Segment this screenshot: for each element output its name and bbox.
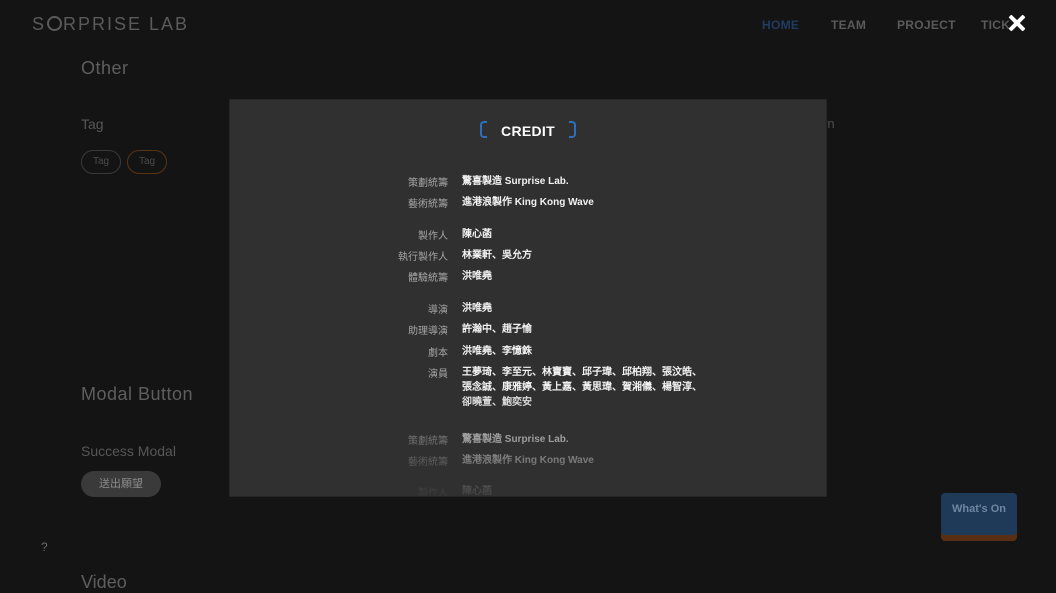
section-title-other: Other xyxy=(81,58,129,78)
credit-names: 洪唯堯 xyxy=(462,303,492,314)
nav-home[interactable]: HOME xyxy=(762,18,799,32)
credit-role: 製作人 xyxy=(418,488,448,496)
close-icon[interactable] xyxy=(1005,12,1029,36)
credit-names: 驚喜製造 Surprise Lab. xyxy=(462,434,569,445)
credit-names: 林業軒、吳允方 xyxy=(462,250,532,261)
tag-pill-selected[interactable]: Tag xyxy=(127,150,168,174)
logo-text-end: RPRISE LAB xyxy=(63,14,190,34)
credit-names: 陳心菡 xyxy=(462,229,492,240)
tag-pill[interactable]: Tag xyxy=(81,150,122,174)
credit-role: 藝術統籌 xyxy=(408,199,448,210)
credit-role: 導演 xyxy=(428,305,448,316)
credit-role: 劇本 xyxy=(428,348,448,359)
credit-names: 許瀚中、趙子愉 xyxy=(462,324,532,335)
credit-role: 策劃統籌 xyxy=(408,178,448,189)
credit-title: CREDIT xyxy=(501,123,555,139)
credit-role: 體驗統籌 xyxy=(408,273,448,284)
right-bracket-icon xyxy=(568,121,576,138)
credit-names: 進港浪製作 King Kong Wave xyxy=(462,197,594,208)
credit-names: 驚喜製造 Surprise Lab. xyxy=(462,176,569,187)
logo-ring-icon xyxy=(47,16,63,31)
credit-role: 演員 xyxy=(428,369,448,380)
nav-project[interactable]: PROJECT xyxy=(897,18,956,32)
credit-names: 陳心菡 xyxy=(462,486,492,496)
credit-names: 王夢琦、李至元、林寶寶、邱子瑋、邱柏翔、張汶皓、張念誠、康雅婷、黃上嘉、黃思瑋、… xyxy=(462,367,702,408)
site-logo[interactable]: S RPRISE LAB xyxy=(32,14,189,35)
credit-role: 製作人 xyxy=(418,231,448,242)
credit-modal: CREDIT 策劃統籌 驚喜製造 Surprise Lab. 藝術統籌 進港浪製… xyxy=(230,100,826,496)
whats-on-button[interactable]: What's On xyxy=(941,493,1017,535)
logo-text-start: S xyxy=(32,14,47,34)
credit-names: 洪唯堯、李憶銖 xyxy=(462,346,532,357)
left-bracket-icon xyxy=(480,121,488,138)
section-title-video: Video xyxy=(81,572,127,592)
section-title-modal-button: Modal Button xyxy=(81,384,194,404)
credit-role: 藝術統籌 xyxy=(408,457,448,468)
help-icon[interactable]: ? xyxy=(41,540,48,554)
credit-names: 進港浪製作 King Kong Wave xyxy=(462,455,594,466)
nav-team[interactable]: TEAM xyxy=(831,18,866,32)
credit-role: 執行製作人 xyxy=(398,252,448,263)
credit-role: 策劃統籌 xyxy=(408,436,448,447)
credit-role: 助理導演 xyxy=(408,326,448,337)
credit-header: CREDIT xyxy=(230,121,826,139)
credit-names: 洪唯堯 xyxy=(462,271,492,282)
tag-label: Tag xyxy=(81,116,104,132)
send-wish-button[interactable]: 送出願望 xyxy=(81,471,161,497)
top-bar: S RPRISE LAB HOME TEAM PROJECT TICK xyxy=(0,0,1056,50)
success-modal-label: Success Modal xyxy=(81,443,176,459)
